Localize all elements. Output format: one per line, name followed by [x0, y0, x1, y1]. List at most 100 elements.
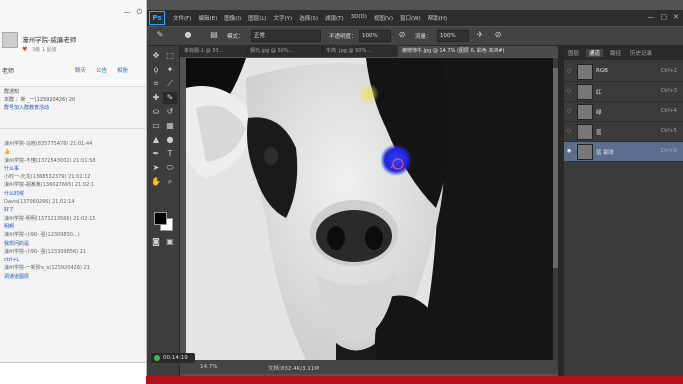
tab-chat[interactable]: 聊天	[75, 66, 86, 74]
channel-shortcut: Ctrl+2	[660, 68, 677, 74]
menu-image[interactable]: 图像(I)	[224, 14, 241, 22]
menu-help[interactable]: 帮助(H)	[428, 14, 447, 22]
message-body: 什么时候	[4, 190, 25, 197]
menu-layer[interactable]: 图层(L)	[248, 14, 266, 22]
tab-channels[interactable]: 通道	[586, 49, 604, 57]
flow-label: 流量：	[415, 34, 432, 40]
pressure-opacity-icon[interactable]: ⊘	[397, 30, 407, 40]
lasso-tool-icon[interactable]: ϙ	[149, 64, 163, 76]
visibility-icon[interactable]: ○	[567, 88, 571, 94]
zoom-tool-icon[interactable]: ⌕	[163, 176, 177, 188]
menu-bar: Ps 文件(F) 编辑(E) 图像(I) 图层(L) 文字(Y) 选择(S) 滤…	[147, 10, 683, 26]
maximize-icon[interactable]: ▢	[661, 13, 668, 21]
document-canvas[interactable]	[186, 58, 553, 360]
menu-view[interactable]: 视图(V)	[374, 14, 393, 22]
chat-tabs: 聊天 公告 相册	[75, 66, 128, 74]
pen-tool-icon[interactable]: ✒	[149, 148, 163, 160]
channel-row-rgb[interactable]: ○ RGB Ctrl+2	[564, 62, 683, 82]
clone-stamp-icon[interactable]: ⛀	[149, 106, 163, 118]
path-select-icon[interactable]: ➤	[149, 162, 163, 174]
doc-tab-active[interactable]: 被修饰牛.jpg @ 14.7% (图层 0, 彩色 本/8#)	[398, 46, 558, 57]
opacity-label: 不透明度：	[329, 34, 357, 40]
tab-history[interactable]: 历史记录	[630, 49, 652, 57]
photoshop-window: Ps 文件(F) 编辑(E) 图像(I) 图层(L) 文字(Y) 选择(S) 滤…	[147, 0, 683, 384]
quick-select-icon[interactable]: ✦	[163, 64, 177, 76]
group-avatar[interactable]	[2, 32, 18, 48]
crop-tool-icon[interactable]: ⌗	[149, 78, 163, 90]
brush-tool-icon[interactable]: ✎	[163, 92, 177, 104]
message-body: 我想问的是	[4, 240, 30, 247]
visibility-icon[interactable]: ○	[567, 128, 571, 134]
chat-input[interactable]	[0, 362, 146, 384]
menu-items: 文件(F) 编辑(E) 图像(I) 图层(L) 文字(Y) 选择(S) 滤镜(T…	[173, 14, 447, 22]
channel-row-blue[interactable]: ○ 蓝 Ctrl+5	[564, 122, 683, 142]
menu-file[interactable]: 文件(F)	[173, 14, 191, 22]
screen-mode-icon[interactable]: ▣	[163, 236, 177, 248]
pressure-size-icon[interactable]: ⊘	[493, 30, 503, 40]
brush-preset-icon[interactable]: ●	[183, 30, 193, 40]
quick-mask-icon[interactable]: ◙	[149, 236, 163, 248]
brush-panel-icon[interactable]: ▤	[209, 30, 219, 40]
menu-select[interactable]: 选择(S)	[299, 14, 318, 22]
visibility-icon[interactable]: ○	[567, 108, 571, 114]
message-meta: 濠州学院-一新阶o_o(125920426) 21	[4, 265, 90, 272]
message-body: 好了	[4, 207, 15, 214]
foreground-color-swatch[interactable]	[154, 212, 167, 225]
message-meta: 小时一-元龙(1368532379) 21:02:12	[4, 174, 91, 181]
minimize-icon[interactable]: —	[123, 8, 130, 17]
flow-input[interactable]: 100%	[437, 30, 469, 42]
doc-tab[interactable]: 牛肉 .jpg @ 50%...	[322, 46, 399, 57]
tab-album[interactable]: 相册	[117, 66, 128, 74]
blur-tool-icon[interactable]: ▲	[149, 134, 163, 146]
tab-notice[interactable]: 公告	[96, 66, 107, 74]
tab-layers[interactable]: 图层	[568, 49, 579, 57]
menu-edit[interactable]: 编辑(E)	[198, 14, 217, 22]
menu-window[interactable]: 窗口(W)	[400, 14, 421, 22]
history-brush-icon[interactable]: ↺	[163, 106, 177, 118]
visibility-icon[interactable]: ○	[567, 68, 571, 74]
menu-type[interactable]: 文字(Y)	[274, 14, 293, 22]
doc-tab[interactable]: 未标题-1 @ 33...	[180, 46, 247, 57]
message-list: 濠州学院-马晓(835775476) 21:01:44 👍 濠州学院-不懂(13…	[0, 140, 146, 281]
eyedropper-icon[interactable]: ⟋	[163, 78, 177, 90]
channel-name: 蓝 副本	[596, 150, 615, 156]
healing-brush-icon[interactable]: ✚	[149, 92, 163, 104]
shape-tool-icon[interactable]: ⬭	[163, 162, 177, 174]
panel-tabs: 图层 通道 路径 历史记录	[564, 46, 683, 60]
mode-label: 模式：	[227, 34, 244, 40]
airbrush-icon[interactable]: ✈	[475, 30, 485, 40]
message-meta: 濠州学院-明明(1373213566) 21:02:15	[4, 215, 96, 222]
notice-line: 本群 ：新 _一(125920426) 20	[4, 97, 76, 103]
tab-paths[interactable]: 路径	[610, 49, 621, 57]
mode-select[interactable]: 正常	[251, 30, 321, 42]
type-tool-icon[interactable]: T	[163, 148, 177, 160]
heart-icon: ♥	[22, 46, 28, 53]
brush-tool-icon[interactable]: ✎	[155, 30, 165, 40]
message-body: ctrl+L	[4, 257, 20, 264]
chat-window-buttons: — ⏻	[123, 8, 142, 17]
hand-tool-icon[interactable]: ✋	[149, 176, 163, 188]
opacity-input[interactable]: 100%	[359, 30, 391, 42]
channel-row-red[interactable]: ○ 红 Ctrl+3	[564, 82, 683, 102]
channel-row-blue-copy[interactable]: ◉ 蓝 副本 Ctrl+6	[564, 142, 683, 162]
marquee-tool-icon[interactable]: ⬚	[163, 50, 177, 62]
power-icon[interactable]: ⏻	[136, 8, 142, 17]
menu-3d[interactable]: 3D(D)	[351, 14, 367, 22]
cow-image	[186, 58, 553, 360]
message-meta: 濠州学院-胡某某(136027665) 21:02:1	[4, 182, 95, 189]
ps-logo: Ps	[149, 11, 165, 25]
minimize-icon[interactable]: —	[648, 13, 655, 21]
close-icon[interactable]: ✕	[673, 13, 679, 21]
zoom-level[interactable]: 14.7%	[200, 364, 217, 370]
doc-tab[interactable]: 钢元.jpg @ 50%...	[246, 46, 323, 57]
channels-panel: 图层 通道 路径 历史记录 ○ RGB Ctrl+2 ○ 红 Ctrl+3 ○ …	[564, 46, 683, 376]
visibility-icon[interactable]: ◉	[567, 148, 571, 154]
chat-header: 濠州学院-威廉老师 ♥ 3级 1 星级 老师 聊天 公告 相册	[0, 30, 146, 87]
dodge-tool-icon[interactable]: ●	[163, 134, 177, 146]
eraser-tool-icon[interactable]: ▭	[149, 120, 163, 132]
move-tool-icon[interactable]: ✥	[149, 50, 163, 62]
message-meta: Davis(137060266) 21:02:14	[4, 199, 75, 206]
menu-filter[interactable]: 滤镜(T)	[325, 14, 344, 22]
channel-row-green[interactable]: ○ 绿 Ctrl+4	[564, 102, 683, 122]
gradient-tool-icon[interactable]: ▦	[163, 120, 177, 132]
